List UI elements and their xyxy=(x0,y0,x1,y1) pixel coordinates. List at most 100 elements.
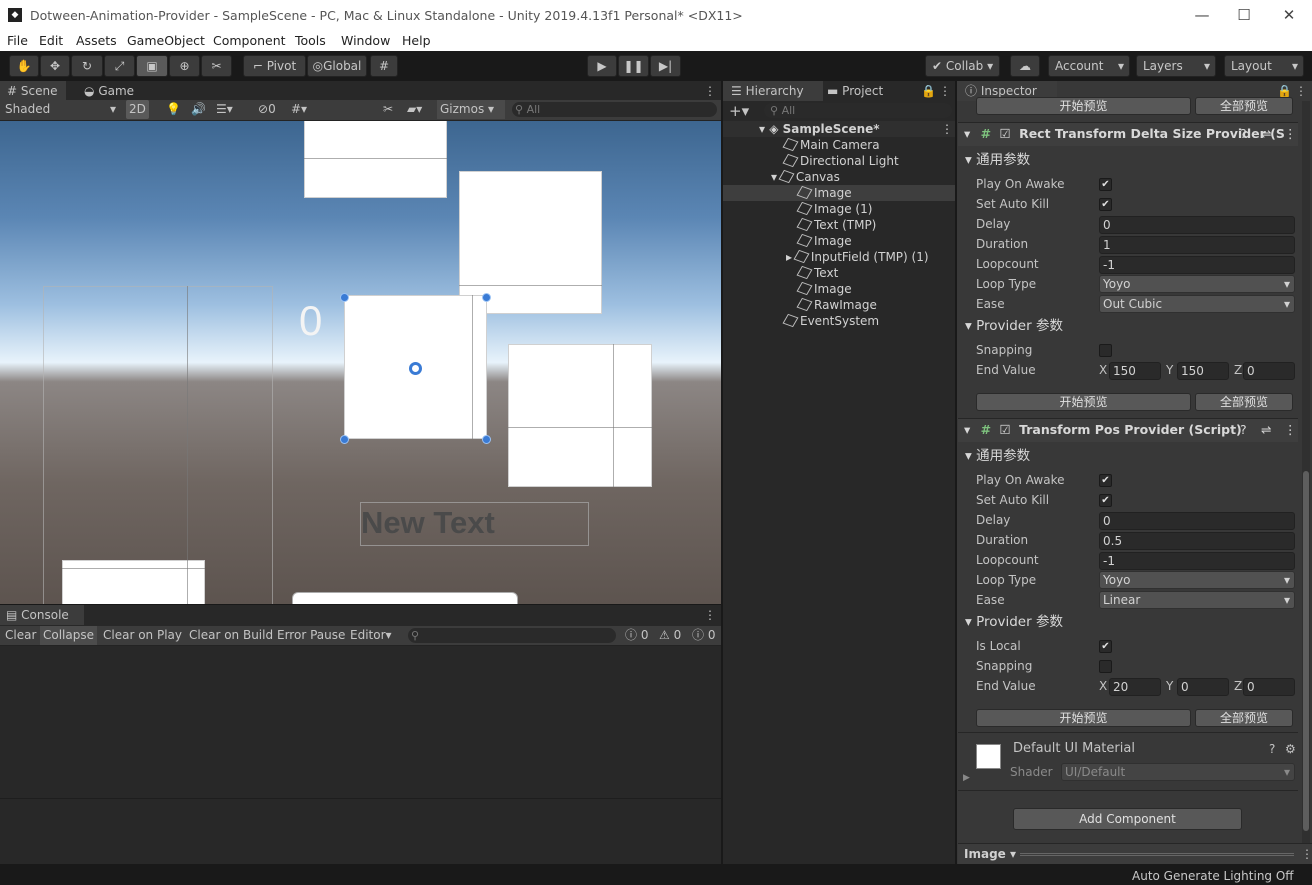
hierarchy-item[interactable]: ▸ InputField (TMP) (1) xyxy=(786,249,929,265)
clear-on-build-button[interactable]: Clear on Build xyxy=(186,626,276,645)
scene-search-input[interactable]: ⚲ All xyxy=(512,102,717,117)
collab-dropdown[interactable]: ✔ Collab ▾ xyxy=(925,55,1000,77)
preview-dropdown[interactable]: Image ▾ xyxy=(964,847,1016,861)
global-toggle[interactable]: ◎Global xyxy=(307,55,367,77)
collapse-button[interactable]: Collapse xyxy=(40,626,97,645)
panel-menu-icon[interactable]: ⋮ xyxy=(704,605,716,625)
help-icon[interactable]: ? xyxy=(1240,123,1247,145)
resize-handle[interactable] xyxy=(482,435,491,444)
rect-tool-icon[interactable]: ▣ xyxy=(136,55,168,77)
transform-tool-icon[interactable]: ⊕ xyxy=(169,55,200,77)
menu-component[interactable]: Component xyxy=(213,33,286,48)
hierarchy-item[interactable]: EventSystem xyxy=(782,313,879,329)
maximize-button[interactable]: ☐ xyxy=(1226,4,1262,26)
grid-snap-icon[interactable]: # xyxy=(370,55,398,77)
preset-icon[interactable]: ⇌ xyxy=(1261,123,1271,145)
hierarchy-item[interactable]: Text xyxy=(796,265,838,281)
menu-help[interactable]: Help xyxy=(402,33,431,48)
section-foldout[interactable]: ▾ 通用参数 xyxy=(965,150,1030,170)
hierarchy-item[interactable]: Image xyxy=(796,233,852,249)
preview-all-button[interactable]: 全部预览 xyxy=(1195,709,1293,727)
pivot-toggle[interactable]: ⌐ Pivot xyxy=(243,55,306,77)
resize-handle[interactable] xyxy=(340,435,349,444)
component-header[interactable]: ▾ # ☑ Rect Transform Delta Size Provider… xyxy=(958,122,1298,146)
clear-on-play-button[interactable]: Clear on Play xyxy=(100,626,185,645)
start-preview-button[interactable]: 开始预览 xyxy=(976,709,1191,727)
lighting-icon[interactable]: 💡 xyxy=(163,100,184,119)
clear-button[interactable]: Clear xyxy=(2,626,39,645)
menu-tools[interactable]: Tools xyxy=(295,33,326,48)
error-count-toggle[interactable]: ⓘ 0 xyxy=(689,626,718,645)
audio-icon[interactable]: 🔊 xyxy=(188,100,209,119)
rotate-tool-icon[interactable]: ↻ xyxy=(71,55,103,77)
snapping-checkbox[interactable] xyxy=(1099,344,1112,357)
shading-dropdown[interactable]: Shaded ▾ xyxy=(2,100,120,119)
editor-dropdown[interactable]: Editor▾ xyxy=(347,626,395,645)
gear-icon[interactable]: ⚙ xyxy=(1285,739,1296,759)
help-icon[interactable]: ? xyxy=(1240,419,1247,441)
hierarchy-item[interactable]: RawImage xyxy=(796,297,877,313)
help-icon[interactable]: ? xyxy=(1269,739,1275,759)
panel-menu-icon[interactable]: ⋮ xyxy=(939,81,951,101)
delay-field[interactable]: 0 xyxy=(1099,512,1295,530)
account-dropdown[interactable]: Account ▾ xyxy=(1048,55,1130,77)
resize-handle[interactable] xyxy=(340,293,349,302)
hierarchy-item[interactable]: Image xyxy=(796,281,852,297)
add-component-button[interactable]: Add Component xyxy=(1013,808,1242,830)
enabled-check-icon[interactable]: ☑ xyxy=(999,126,1010,141)
menu-assets[interactable]: Assets xyxy=(76,33,117,48)
layers-dropdown[interactable]: Layers ▾ xyxy=(1136,55,1216,77)
shader-dropdown[interactable]: UI/Default ▾ xyxy=(1061,763,1295,781)
scene-root[interactable]: ▾ ◈ SampleScene* xyxy=(759,121,880,137)
delay-field[interactable]: 0 xyxy=(1099,216,1295,234)
camera-icon[interactable]: ▰▾ xyxy=(404,100,425,119)
hand-tool-icon[interactable]: ✋ xyxy=(9,55,39,77)
ui-image-box[interactable] xyxy=(459,171,602,314)
preview-all-button[interactable]: 全部预览 xyxy=(1195,97,1293,115)
component-header[interactable]: ▾ # ☑ Transform Pos Provider (Script) ? … xyxy=(958,418,1298,442)
input-field-box[interactable] xyxy=(292,592,518,604)
section-foldout[interactable]: ▾ Provider 参数 xyxy=(965,316,1063,336)
step-icon[interactable]: ▶| xyxy=(650,55,681,77)
component-menu-icon[interactable]: ⋮ xyxy=(1284,123,1297,145)
mode-2d-toggle[interactable]: 2D xyxy=(126,100,149,119)
pause-icon[interactable]: ❚❚ xyxy=(618,55,649,77)
effects-icon[interactable]: ☰▾ xyxy=(213,100,236,119)
pivot-point-icon[interactable] xyxy=(409,362,422,375)
play-icon[interactable]: ▶ xyxy=(587,55,617,77)
minimize-button[interactable]: — xyxy=(1184,4,1220,26)
set-auto-kill-checkbox[interactable]: ✔ xyxy=(1099,494,1112,507)
resize-handle[interactable] xyxy=(1020,853,1294,856)
hierarchy-item[interactable]: ▾ Canvas xyxy=(771,169,840,185)
custom-tool-icon[interactable]: ✂ xyxy=(201,55,232,77)
tab-hierarchy[interactable]: ☰ Hierarchy xyxy=(723,81,823,101)
new-text-label[interactable]: New Text xyxy=(360,502,589,546)
set-auto-kill-checkbox[interactable]: ✔ xyxy=(1099,198,1112,211)
console-search-input[interactable]: ⚲ xyxy=(408,628,616,643)
menu-window[interactable]: Window xyxy=(341,33,390,48)
duration-field[interactable]: 1 xyxy=(1099,236,1295,254)
loop-type-dropdown[interactable]: Yoyo ▾ xyxy=(1099,275,1295,293)
enabled-check-icon[interactable]: ☑ xyxy=(999,422,1010,437)
scene-menu-icon[interactable]: ⋮ xyxy=(941,121,953,137)
error-pause-button[interactable]: Error Pause xyxy=(274,626,348,645)
play-on-awake-checkbox[interactable]: ✔ xyxy=(1099,474,1112,487)
loop-type-dropdown[interactable]: Yoyo ▾ xyxy=(1099,571,1295,589)
scene-viewport[interactable]: 0 New Text xyxy=(0,121,721,604)
ui-image-box[interactable] xyxy=(62,560,205,604)
ease-dropdown[interactable]: Out Cubic ▾ xyxy=(1099,295,1295,313)
panel-menu-icon[interactable]: ⋮ xyxy=(1301,847,1312,861)
end-value-z-field[interactable]: 0 xyxy=(1243,362,1295,380)
add-object-icon[interactable]: +▾ xyxy=(729,101,749,121)
duration-field[interactable]: 0.5 xyxy=(1099,532,1295,550)
preview-all-button[interactable]: 全部预览 xyxy=(1195,393,1293,411)
lock-icon[interactable]: 🔒 xyxy=(921,81,936,101)
end-value-y-field[interactable]: 150 xyxy=(1177,362,1229,380)
tab-project[interactable]: ▬ Project xyxy=(827,81,883,101)
hierarchy-item[interactable]: Main Camera xyxy=(782,137,880,153)
end-value-x-field[interactable]: 150 xyxy=(1109,362,1161,380)
start-preview-button[interactable]: 开始预览 xyxy=(976,97,1191,115)
preset-icon[interactable]: ⇌ xyxy=(1261,419,1271,441)
lighting-status[interactable]: Auto Generate Lighting Off xyxy=(1132,869,1294,883)
loopcount-field[interactable]: -1 xyxy=(1099,256,1295,274)
